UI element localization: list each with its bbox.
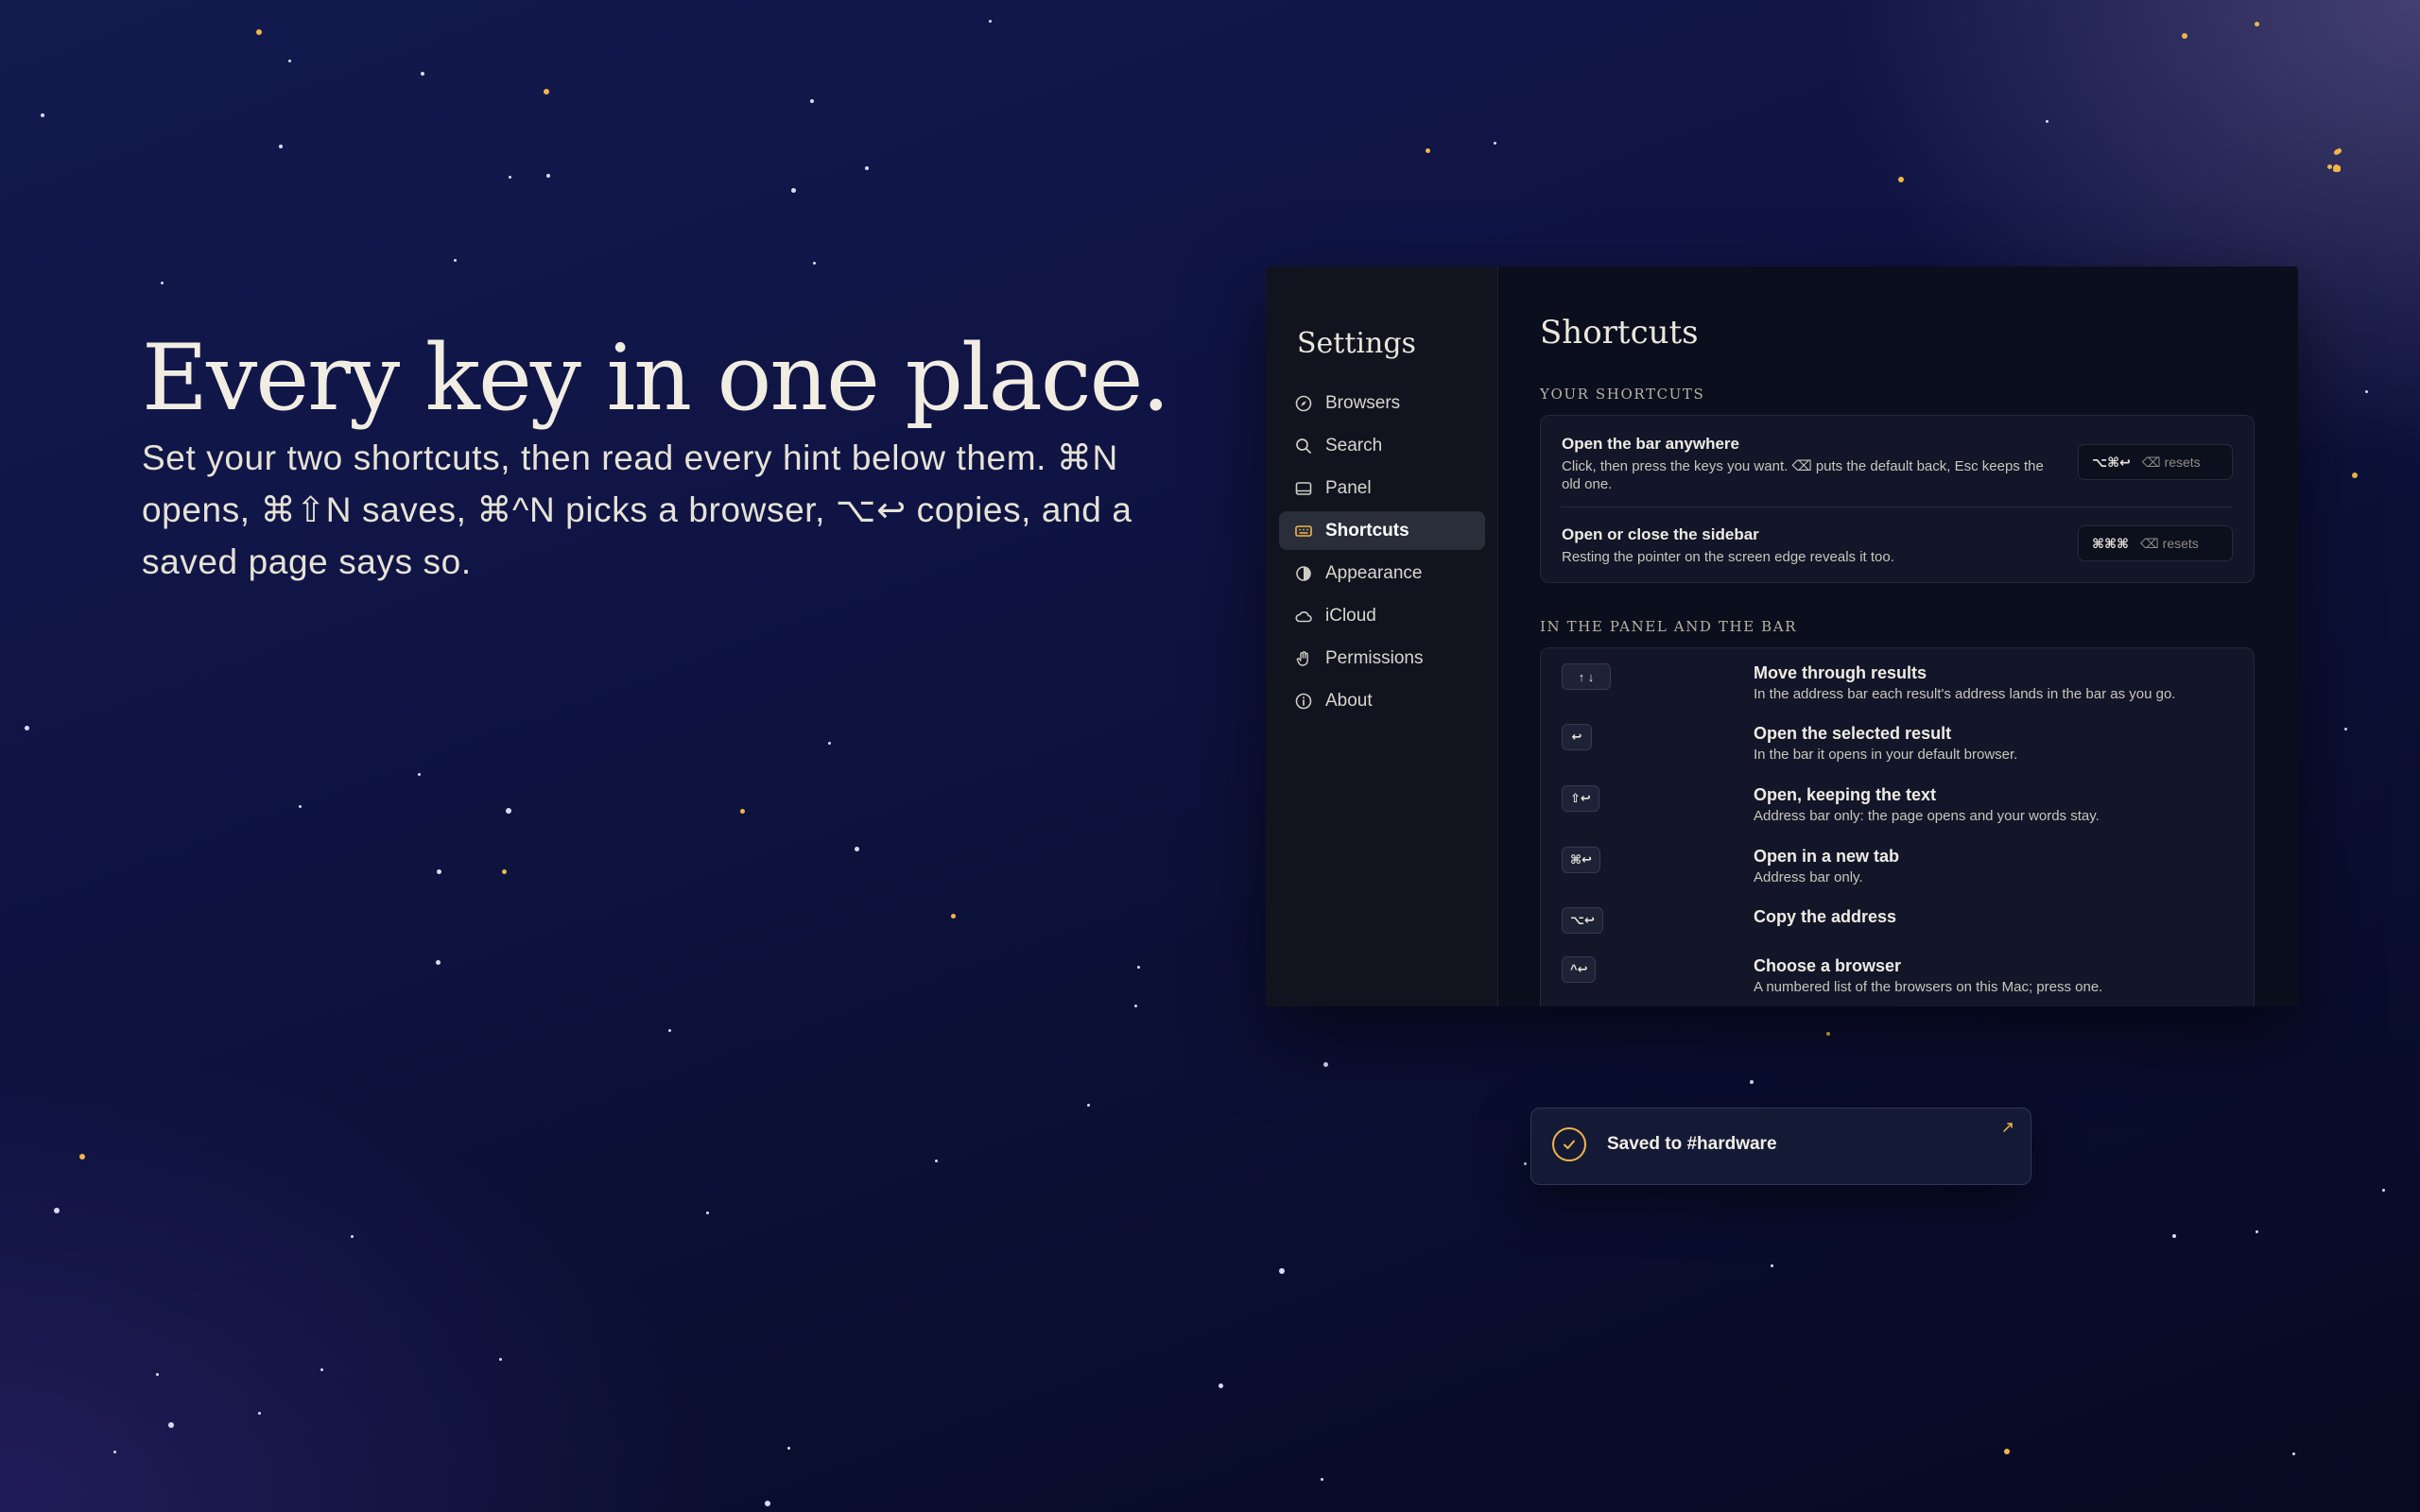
sidebar-item-shortcuts[interactable]: Shortcuts [1279, 511, 1485, 550]
sidebar-item-appearance[interactable]: Appearance [1279, 554, 1485, 593]
cloud-icon [1294, 607, 1313, 626]
your-shortcuts-card: Open the bar anywhere Click, then press … [1540, 415, 2255, 583]
panel-icon [1294, 479, 1313, 498]
sidebar-item-label: Permissions [1325, 647, 1424, 668]
checkmark-icon [1552, 1127, 1586, 1161]
settings-main: Shortcuts YOUR SHORTCUTS Open the bar an… [1498, 266, 2298, 1006]
sidebar-nav: Browsers Search Panel Shortcuts Appearan… [1279, 384, 1485, 724]
shortcut-desc: Click, then press the keys you want. ⌫ p… [1562, 458, 2044, 492]
pin-icon[interactable] [1998, 1118, 2017, 1137]
hint-title: Open the selected result [1754, 724, 1952, 743]
shortcut-keys: ⌥⌘↩ [2092, 454, 2131, 470]
settings-window: Settings Browsers Search Panel Shortcuts… [1266, 266, 2298, 1006]
hint-desc: In the address bar each result's address… [1754, 686, 2176, 702]
key-cap: ↑ ↓ [1562, 663, 1611, 690]
sidebar-item-about[interactable]: About [1279, 681, 1485, 720]
hint-row: ⇧↩ Open, keeping the text Address bar on… [1562, 785, 2233, 833]
saved-toast: Saved to #hardware [1530, 1108, 2031, 1185]
sidebar-item-icloud[interactable]: iCloud [1279, 596, 1485, 635]
sidebar-item-label: Search [1325, 435, 1383, 455]
sidebar-item-label: Panel [1325, 477, 1372, 498]
info-icon [1294, 692, 1313, 711]
key-cap: ⌘↩ [1562, 847, 1600, 873]
hero: Every key in one place. Set your two sho… [142, 331, 1182, 588]
hand-icon [1294, 649, 1313, 668]
key-cap: ^↩ [1562, 956, 1597, 983]
hero-subtitle: Set your two shortcuts, then read every … [142, 438, 1132, 581]
contrast-icon [1294, 564, 1313, 583]
sidebar-item-label: About [1325, 690, 1373, 711]
your-shortcuts-label: YOUR SHORTCUTS [1540, 386, 1705, 403]
key-cap: ⌥↩ [1562, 907, 1603, 934]
key-cap: ↩ [1562, 724, 1592, 750]
shortcut-recorder-sidebar[interactable]: ⌘⌘⌘ ⌫ resets [2078, 525, 2233, 561]
shortcut-row-open-bar: Open the bar anywhere Click, then press … [1562, 435, 2233, 493]
settings-sidebar: Settings Browsers Search Panel Shortcuts… [1266, 266, 1498, 1006]
page-title: Shortcuts [1540, 314, 1699, 352]
sidebar-item-label: Browsers [1325, 392, 1401, 413]
panel-bar-label: IN THE PANEL AND THE BAR [1540, 618, 1798, 635]
sidebar-item-search[interactable]: Search [1279, 426, 1485, 465]
panel-bar-card: ↑ ↓ Move through results In the address … [1540, 647, 2255, 1006]
search-icon [1294, 437, 1313, 455]
shortcut-desc: Resting the pointer on the screen edge r… [1562, 549, 1894, 565]
hint-title: Move through results [1754, 663, 1927, 682]
hint-title: Copy the address [1754, 907, 1897, 926]
hint-desc: Address bar only. [1754, 869, 1863, 885]
keyboard-icon [1294, 522, 1313, 541]
hint-row: ↑ ↓ Move through results In the address … [1562, 663, 2233, 711]
shortcut-keys: ⌘⌘⌘ [2092, 535, 2129, 551]
hero-title: Every key in one place. [142, 325, 1170, 431]
sidebar-item-label: iCloud [1325, 605, 1376, 626]
hint-row: ↩ Open the selected result In the bar it… [1562, 724, 2233, 771]
reset-hint: ⌫ resets [2141, 454, 2201, 470]
sidebar-item-label: Appearance [1325, 562, 1423, 583]
hint-desc: Address bar only: the page opens and you… [1754, 808, 2100, 824]
hint-row: ^↩ Choose a browser A numbered list of t… [1562, 956, 2233, 1004]
hint-desc: In the bar it opens in your default brow… [1754, 747, 2018, 763]
sidebar-item-panel[interactable]: Panel [1279, 469, 1485, 507]
hint-desc: A numbered list of the browsers on this … [1754, 979, 2103, 995]
compass-icon [1294, 394, 1313, 413]
sidebar-item-browsers[interactable]: Browsers [1279, 384, 1485, 422]
hint-title: Open in a new tab [1754, 847, 1900, 866]
key-cap: ⇧↩ [1562, 785, 1599, 812]
sidebar-item-permissions[interactable]: Permissions [1279, 639, 1485, 678]
shortcut-recorder-open-bar[interactable]: ⌥⌘↩ ⌫ resets [2078, 444, 2233, 480]
reset-hint: ⌫ resets [2139, 535, 2199, 551]
toast-message: Saved to #hardware [1607, 1134, 1777, 1154]
sidebar-title: Settings [1297, 327, 1416, 360]
hint-title: Choose a browser [1754, 956, 1902, 975]
hint-row: ⌘↩ Open in a new tab Address bar only. [1562, 847, 2233, 894]
hint-title: Open, keeping the text [1754, 785, 1937, 804]
hint-row: ⌥↩ Copy the address [1562, 907, 2233, 954]
sidebar-item-label: Shortcuts [1325, 520, 1409, 541]
shortcut-row-sidebar: Open or close the sidebar Resting the po… [1562, 525, 2233, 566]
